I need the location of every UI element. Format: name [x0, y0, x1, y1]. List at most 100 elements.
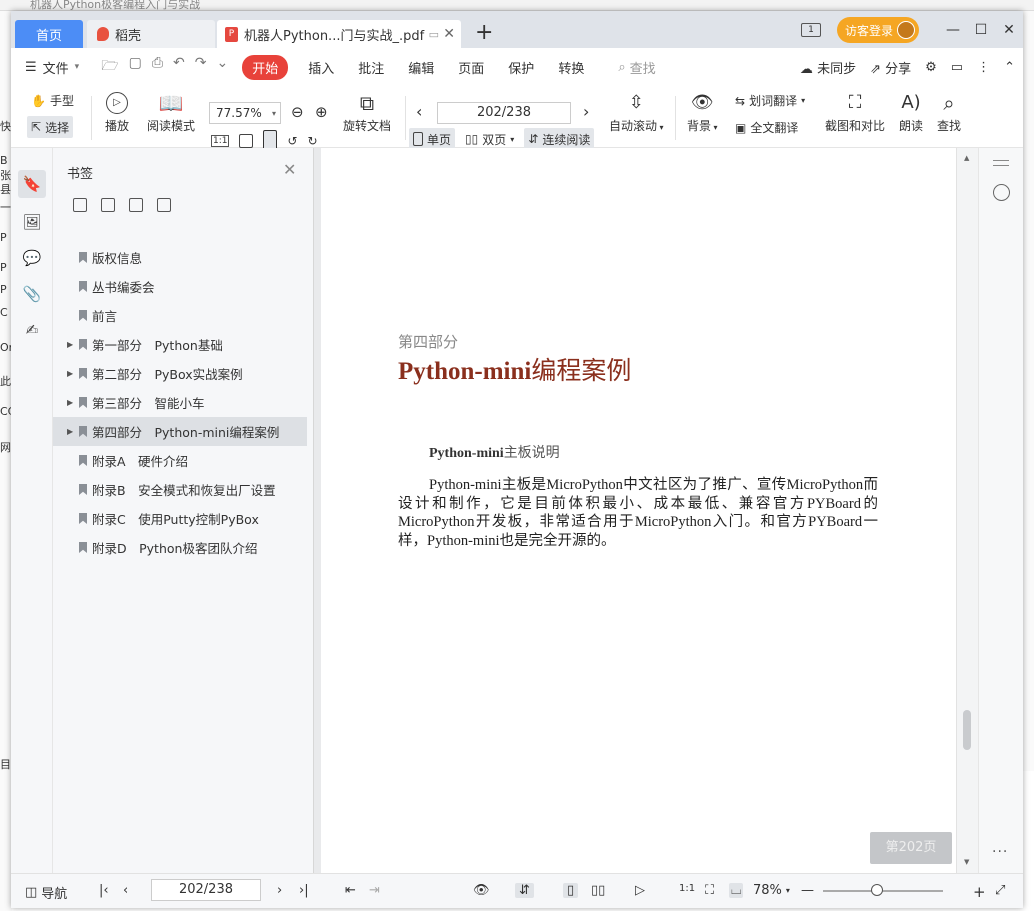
vertical-scrollbar[interactable]: ▲ ▼ — [956, 148, 978, 873]
bookmark-item[interactable]: ▶ 第一部分 Python基础 — [53, 330, 307, 359]
tab-daoke[interactable]: 稻壳 — [87, 20, 215, 48]
pin-icon[interactable]: ▭ — [429, 28, 439, 41]
screenshot-compare-button[interactable]: ⛶ 截图和对比 — [825, 92, 885, 134]
continuous-read-button[interactable]: ⇵ 连续阅读 — [524, 128, 595, 150]
signature-icon[interactable]: ✍ — [22, 320, 42, 340]
drag-handle-icon[interactable] — [993, 160, 1009, 166]
full-translate-button[interactable]: ▣ 全文翻译 — [735, 119, 798, 136]
sync-button[interactable]: ☁ 未同步 — [800, 58, 856, 77]
actual-size-button[interactable]: 1:1 — [211, 135, 230, 147]
forward-icon[interactable]: ⇥ — [369, 883, 380, 898]
bookmark-item[interactable]: 附录A 硬件介绍 — [53, 446, 307, 475]
prev-page-status-icon[interactable]: ‹ — [123, 883, 128, 898]
menu-protect[interactable]: 保护 — [496, 58, 546, 77]
add-bookmark-icon[interactable] — [73, 198, 87, 212]
zoom-in-status-icon[interactable]: + — [973, 883, 986, 901]
bookmark-item[interactable]: 附录D Python极客团队介绍 — [53, 533, 307, 562]
zoom-slider[interactable] — [823, 884, 943, 896]
visitor-login-button[interactable]: 访客登录 — [836, 17, 919, 43]
attachment-icon[interactable]: 📎 — [22, 284, 42, 304]
minimize-icon[interactable]: — — [939, 22, 967, 38]
close-panel-icon[interactable]: ✕ — [283, 160, 296, 179]
print-icon[interactable]: ⎙ — [152, 55, 163, 79]
read-aloud-button[interactable]: A) 朗读 — [899, 92, 923, 134]
fit-page-status-icon[interactable]: ⛶ — [705, 883, 714, 898]
auto-scroll-button[interactable]: ⇳ 自动滚动 ▾ — [609, 92, 664, 134]
comment-panel-icon[interactable]: 💬 — [22, 248, 42, 268]
rotate-right-icon[interactable]: ↻ — [308, 134, 318, 148]
collapse-ribbon-icon[interactable]: ⌃ — [1004, 60, 1015, 75]
zoom-in-icon[interactable]: ⊕ — [315, 103, 328, 121]
find-button[interactable]: ⌕ 查找 — [937, 92, 961, 134]
thumbnail-icon[interactable]: 🖼 — [22, 212, 42, 232]
menu-edit[interactable]: 编辑 — [396, 58, 446, 77]
play-button[interactable]: ▷ 播放 — [105, 92, 129, 134]
undo-icon[interactable]: ↶ — [173, 55, 185, 79]
navigation-toggle[interactable]: ◫ 导航 — [25, 883, 67, 902]
bookmark-item[interactable]: 前言 — [53, 301, 307, 330]
bookmark-item[interactable]: ▶ 第二部分 PyBox实战案例 — [53, 359, 307, 388]
next-page-status-icon[interactable]: › — [277, 883, 282, 898]
ai-assistant-icon[interactable] — [993, 184, 1010, 201]
continuous-status-icon[interactable]: ⇵ — [515, 883, 534, 898]
actual-size-status-icon[interactable]: 1:1 — [679, 883, 695, 894]
close-window-icon[interactable]: ✕ — [995, 22, 1023, 38]
play-status-icon[interactable]: ▷ — [635, 883, 645, 898]
hand-tool-button[interactable]: ✋ 手型 — [31, 92, 74, 109]
status-zoom-select[interactable]: 78% ▾ — [753, 883, 790, 898]
more-icon[interactable]: ··· — [992, 844, 1008, 860]
expand-arrow-icon[interactable]: ▶ — [67, 340, 73, 349]
panel-splitter[interactable] — [313, 148, 321, 873]
scroll-thumb[interactable] — [963, 710, 971, 750]
expand-arrow-icon[interactable]: ▶ — [67, 369, 73, 378]
zoom-slider-knob[interactable] — [871, 884, 883, 896]
bookmark-item[interactable]: ▶ 第四部分 Python-mini编程案例 — [53, 417, 307, 446]
remove-bookmark-icon[interactable] — [101, 198, 115, 212]
document-view[interactable]: 第四部分 Python-mini编程案例 Python-mini主板说明 Pyt… — [321, 148, 956, 873]
double-page-status-icon[interactable]: ▯▯ — [591, 883, 605, 898]
prev-page-icon[interactable]: ‹ — [416, 102, 422, 121]
bookmark-item[interactable]: 附录B 安全模式和恢复出厂设置 — [53, 475, 307, 504]
menu-start[interactable]: 开始 — [242, 54, 289, 80]
background-button[interactable]: 👁 背景 ▾ — [687, 92, 718, 134]
expand-arrow-icon[interactable]: ▶ — [67, 427, 73, 436]
read-mode-button[interactable]: 📖 阅读模式 — [147, 92, 195, 134]
menu-convert[interactable]: 转换 — [546, 58, 596, 77]
tab-document[interactable]: P 机器人Python...门与实战_.pdf ▭ ✕ — [217, 20, 461, 48]
save-icon[interactable]: ▢ — [129, 55, 142, 79]
bookmark-item[interactable]: 附录C 使用Putty控制PyBox — [53, 504, 307, 533]
zoom-out-status-icon[interactable]: — — [801, 883, 814, 898]
file-menu[interactable]: ☰ 文件 ▾ — [11, 58, 91, 77]
status-page-input[interactable]: 202/238 — [151, 879, 261, 901]
redo-icon[interactable]: ↷ — [195, 55, 207, 79]
scroll-up-icon[interactable]: ▲ — [964, 154, 969, 162]
close-tab-icon[interactable]: ✕ — [443, 26, 455, 42]
page-number-input[interactable]: 202/238 — [437, 102, 571, 124]
expand-arrow-icon[interactable]: ▶ — [67, 398, 73, 407]
fit-width-status-icon[interactable]: ⌴ — [729, 883, 744, 898]
first-page-icon[interactable]: |‹ — [99, 883, 109, 898]
rotate-document-button[interactable]: ⧉ 旋转文档 — [343, 92, 391, 134]
zoom-select[interactable]: 77.57% ▾ — [209, 102, 281, 124]
single-page-button[interactable]: 单页 — [409, 128, 456, 150]
eye-mode-icon[interactable]: 👁 — [473, 883, 490, 898]
next-page-icon[interactable]: › — [583, 102, 589, 121]
back-icon[interactable]: ⇤ — [345, 883, 356, 898]
menu-insert[interactable]: 插入 — [296, 58, 346, 77]
bookmark-item[interactable]: 版权信息 — [53, 243, 307, 272]
menu-search[interactable]: ⌕ 查找 — [618, 58, 655, 77]
word-translate-button[interactable]: ⇆ 划词翻译 ▾ — [735, 92, 805, 109]
open-folder-icon[interactable]: 🗁 — [101, 55, 118, 79]
single-page-status-icon[interactable]: ▯ — [563, 883, 579, 898]
select-tool-button[interactable]: ⇱ 选择 — [27, 116, 74, 138]
bookmark-panel-icon[interactable]: 🔖 — [18, 170, 46, 198]
more-dropdown-icon[interactable]: ⌄ — [216, 55, 228, 79]
settings-icon[interactable]: ⚙ — [925, 60, 937, 75]
tab-home[interactable]: 首页 — [15, 20, 83, 48]
more-vertical-icon[interactable]: ⋮ — [977, 60, 990, 75]
comment-icon[interactable]: ▭ — [951, 60, 963, 75]
maximize-icon[interactable]: ☐ — [967, 22, 995, 38]
menu-page[interactable]: 页面 — [446, 58, 496, 77]
window-layout-icon[interactable]: 1 — [800, 23, 821, 37]
rotate-left-icon[interactable]: ↺ — [287, 134, 297, 148]
